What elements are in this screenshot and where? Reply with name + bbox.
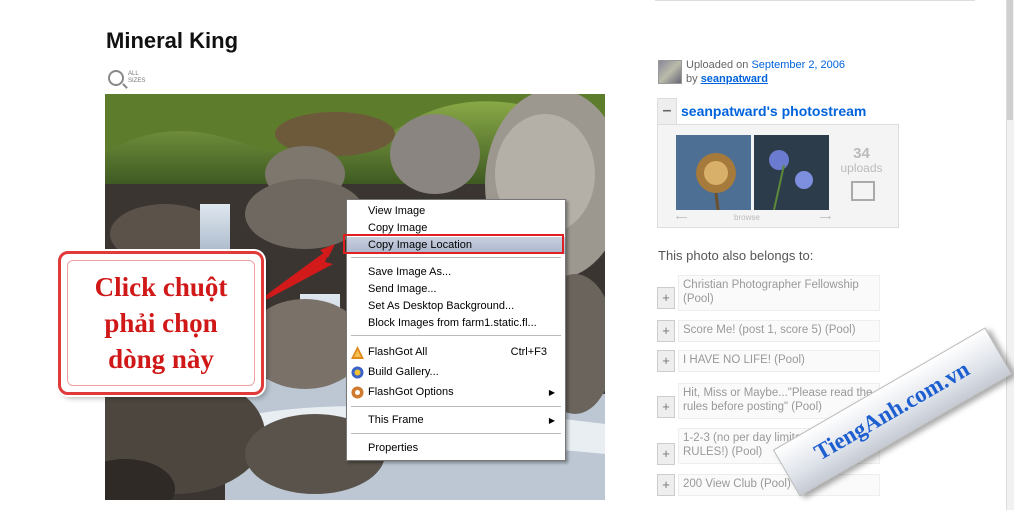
flashgot-icon xyxy=(351,346,364,359)
menu-separator xyxy=(351,335,561,336)
add-pool-button[interactable]: + xyxy=(657,320,675,342)
menu-item-set-desktop-background[interactable]: Set As Desktop Background... xyxy=(347,298,565,315)
user-avatar[interactable] xyxy=(658,60,682,84)
submenu-arrow-icon: ▶ xyxy=(548,388,555,397)
pool-item[interactable]: + Score Me! (post 1, score 5) (Pool) xyxy=(657,320,881,342)
menu-item-build-gallery[interactable]: Build Gallery... xyxy=(347,364,565,381)
callout-line-2: phải chọn xyxy=(104,308,218,338)
pool-item[interactable]: + I HAVE NO LIFE! (Pool) xyxy=(657,350,881,372)
belongs-heading: This photo also belongs to: xyxy=(658,248,814,263)
callout-line-1: Click chuột xyxy=(94,272,228,302)
add-pool-button[interactable]: + xyxy=(657,396,675,418)
top-border xyxy=(655,0,975,4)
upload-date-link[interactable]: September 2, 2006 xyxy=(751,59,845,71)
photostream-thumb-2[interactable] xyxy=(754,135,829,210)
menu-item-flashgot-options[interactable]: FlashGot Options ▶ xyxy=(347,384,565,401)
zoom-icon xyxy=(108,70,124,86)
menu-separator xyxy=(351,433,561,434)
menu-item-view-image[interactable]: View Image xyxy=(347,203,565,220)
menu-item-save-image-as[interactable]: Save Image As... xyxy=(347,264,565,281)
browse-prev-icon[interactable]: ⟵ xyxy=(676,213,687,222)
all-sizes-label-1: ALL xyxy=(128,71,139,77)
callout-line-3: dòng này xyxy=(108,344,214,374)
options-icon xyxy=(351,386,364,399)
highlight-box xyxy=(343,234,564,254)
menu-item-block-images[interactable]: Block Images from farm1.static.fl... xyxy=(347,315,565,332)
photostream-title[interactable]: seanpatward's photostream xyxy=(681,103,866,119)
gallery-icon xyxy=(351,366,364,379)
submenu-arrow-icon: ▶ xyxy=(548,416,555,425)
browse-next-icon[interactable]: ⟶ xyxy=(820,213,831,222)
pool-name[interactable]: Score Me! (post 1, score 5) (Pool) xyxy=(678,320,880,342)
all-sizes-label-2: SIZES xyxy=(128,78,146,84)
scrollbar-thumb[interactable] xyxy=(1007,0,1013,120)
browse-label: browse xyxy=(734,213,760,222)
collapse-button[interactable]: – xyxy=(657,98,677,126)
photostream-panel: – seanpatward's photostream 34 uploads ⟵… xyxy=(657,98,899,228)
photostream-thumb-1[interactable] xyxy=(676,135,751,210)
pool-name[interactable]: 200 View Club (Pool) xyxy=(678,474,880,496)
all-sizes-button[interactable]: ALL SIZES xyxy=(108,70,145,86)
menu-separator xyxy=(351,257,561,258)
add-pool-button[interactable]: + xyxy=(657,350,675,372)
uploaded-prefix: Uploaded on xyxy=(686,59,749,71)
pool-name[interactable]: Christian Photographer Fellowship (Pool) xyxy=(678,275,880,311)
pool-item[interactable]: + 200 View Club (Pool) xyxy=(657,474,881,496)
add-pool-button[interactable]: + xyxy=(657,287,675,309)
pool-name[interactable]: I HAVE NO LIFE! (Pool) xyxy=(678,350,880,372)
menu-item-properties[interactable]: Properties xyxy=(347,440,565,457)
page-title: Mineral King xyxy=(106,28,239,53)
slideshow-icon[interactable] xyxy=(851,181,875,201)
menu-item-flashgot-all[interactable]: FlashGot All Ctrl+F3 xyxy=(347,344,565,361)
user-link[interactable]: seanpatward xyxy=(701,73,768,85)
menu-item-send-image[interactable]: Send Image... xyxy=(347,281,565,298)
instruction-callout: Click chuột phải chọn dòng này xyxy=(58,251,264,395)
by-label: by xyxy=(686,73,698,85)
add-pool-button[interactable]: + xyxy=(657,474,675,496)
add-pool-button[interactable]: + xyxy=(657,443,675,465)
menu-item-this-frame[interactable]: This Frame ▶ xyxy=(347,412,565,429)
pool-item[interactable]: + Christian Photographer Fellowship (Poo… xyxy=(657,275,881,311)
upload-count: 34 xyxy=(853,145,870,162)
upload-count-label: uploads xyxy=(840,161,883,175)
menu-separator xyxy=(351,406,561,407)
